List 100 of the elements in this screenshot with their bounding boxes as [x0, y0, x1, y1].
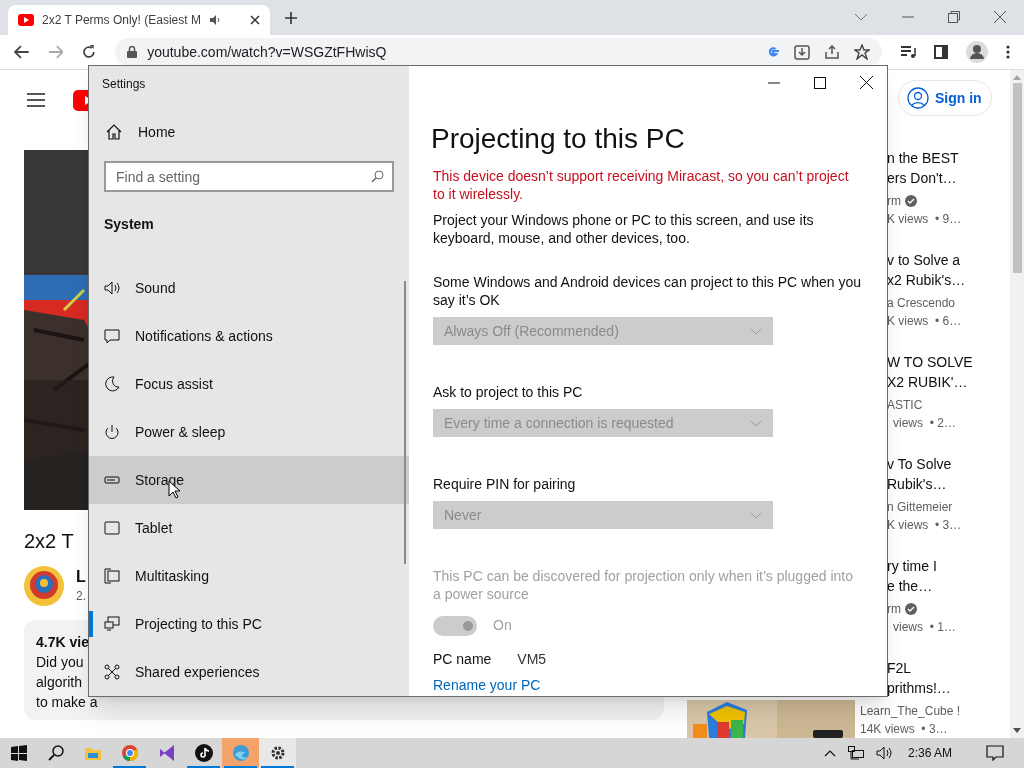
menu-icon[interactable]: [1006, 45, 1010, 59]
message-icon: [104, 328, 120, 344]
video-title[interactable]: n the BEST ers Don't…: [887, 148, 1010, 188]
account-icon: [907, 87, 929, 109]
scrollbar[interactable]: [1010, 70, 1024, 738]
verified-icon: [905, 603, 917, 615]
monitors-icon: [104, 616, 120, 632]
scrollbar-thumb[interactable]: [404, 281, 406, 564]
home-link[interactable]: Home: [89, 103, 409, 162]
description-text: to make a: [36, 693, 98, 712]
caret-icon[interactable]: [823, 749, 836, 757]
view-count: 4.7K vie: [36, 633, 89, 652]
back-icon[interactable]: [14, 45, 30, 59]
new-tab-icon[interactable]: [284, 11, 298, 25]
video-title[interactable]: W TO SOLVE X2 RUBIK'…: [887, 352, 1010, 392]
field-label: Ask to project to this PC: [432, 383, 584, 401]
speaker-icon[interactable]: [208, 14, 221, 26]
network-icon[interactable]: [847, 746, 864, 760]
field-value: VM5: [517, 650, 547, 668]
channel-name[interactable]: a Crescendo: [887, 294, 956, 312]
nav-item[interactable]: Power & sleep: [89, 408, 409, 456]
volume-icon[interactable]: [875, 746, 892, 760]
url-text: youtube.com/watch?v=WSGZtFHwisQ: [147, 42, 387, 62]
lock-icon: [127, 46, 138, 58]
verified-icon: [905, 195, 917, 207]
chrome-icon: [120, 744, 139, 762]
chevron-icon: [750, 511, 762, 519]
moon-icon: [104, 376, 120, 392]
page-heading: Projecting to this PC: [431, 122, 686, 156]
tab-title: 2x2 T Perms Only! (Easiest M: [42, 12, 201, 29]
nav-item[interactable]: Sound: [89, 264, 409, 312]
notification-icon[interactable]: [986, 745, 1004, 761]
video-title[interactable]: ry time I e the…: [887, 556, 1010, 596]
note-icon: [194, 744, 213, 762]
section-heading: System: [103, 215, 155, 235]
share-icon[interactable]: [824, 44, 840, 60]
windows-tile-icon: [104, 568, 120, 584]
description-text: Did you: [36, 653, 84, 672]
tablet-icon: [104, 520, 120, 536]
channel-name[interactable]: ASTIC: [887, 396, 923, 414]
logo-icon[interactable]: [73, 89, 89, 111]
google-icon[interactable]: [766, 45, 780, 59]
search-icon[interactable]: [371, 170, 384, 184]
scroll-down-icon[interactable]: [1013, 728, 1021, 733]
network-nodes-icon: [104, 664, 120, 680]
chevron-icon: [750, 327, 762, 335]
speaker-icon: [104, 280, 120, 296]
warning-text: This device doesn’t support receiving Miracast, so you can’t project to it wirelessly.: [432, 167, 850, 203]
home-icon: [106, 124, 122, 141]
description-text: algorith: [36, 673, 82, 692]
nav-item[interactable]: Tablet: [89, 504, 409, 552]
close-icon[interactable]: [860, 76, 873, 89]
address-bar[interactable]: youtube.com/watch?v=WSGZtFHwisQ: [115, 38, 882, 66]
restore-icon[interactable]: [948, 11, 960, 23]
channel-name[interactable]: n Gittemeier: [887, 498, 953, 516]
star-icon[interactable]: [854, 44, 870, 60]
browser-tab[interactable]: 2x2 T Perms Only! (Easiest M: [8, 5, 270, 35]
video-meta: K views • 3…: [887, 517, 962, 534]
info-text: This PC can be discovered for projection only when it’s plugged into a power source: [432, 567, 854, 603]
media-icon[interactable]: [900, 45, 916, 59]
chevron-icon: [750, 419, 762, 427]
channel-name[interactable]: Learn_The_Cube !: [860, 702, 961, 720]
menu-icon[interactable]: [27, 93, 45, 107]
scrollbar-thumb[interactable]: [1012, 83, 1022, 273]
video-meta: K views • 9…: [887, 211, 962, 228]
nav-item[interactable]: Projecting to this PC: [89, 600, 409, 648]
install-icon[interactable]: [794, 44, 810, 60]
search-icon: [47, 745, 64, 761]
nav-item[interactable]: Shared experiences: [89, 648, 409, 696]
subscriber-count: 2.: [76, 588, 86, 605]
channel-name[interactable]: rm: [887, 192, 901, 210]
search-field[interactable]: Find a setting: [104, 161, 394, 193]
windows-logo-icon: [10, 745, 27, 761]
field-label: Some Windows and Android devices can project to this PC when you say it’s OK: [432, 273, 862, 309]
video-meta: views • 1…: [893, 619, 956, 636]
profile-icon[interactable]: [966, 41, 988, 63]
maximize-icon[interactable]: [814, 76, 826, 89]
reload-icon[interactable]: [81, 44, 98, 60]
nav-item[interactable]: Focus assist: [89, 360, 409, 408]
video-meta: views • 2…: [893, 415, 956, 432]
nav-item[interactable]: Multitasking: [89, 552, 409, 600]
rename-link[interactable]: Rename your PC: [431, 675, 541, 696]
power-icon: [104, 424, 120, 440]
close-icon[interactable]: [250, 15, 260, 25]
field-label: PC name: [433, 650, 492, 668]
window-title: Settings: [101, 76, 147, 93]
minimize-icon[interactable]: [768, 81, 780, 84]
description-text: Project your Windows phone or PC to this screen, and use its keyboard, mouse, and other devices, too.: [432, 211, 815, 247]
channel-name[interactable]: L: [76, 567, 86, 587]
channel-avatar[interactable]: [24, 566, 64, 606]
nav-item[interactable]: Notifications & actions: [89, 312, 409, 360]
taskbar-button[interactable]: [259, 738, 296, 768]
globe-icon: [231, 744, 250, 762]
clock-text[interactable]: 2:36 AM: [907, 744, 952, 762]
video-meta: 14K views • 3…: [860, 721, 948, 738]
field-label: Require PIN for pairing: [432, 475, 577, 493]
video-title[interactable]: F2L prithms!…: [887, 658, 1010, 698]
video-meta: K views • 6…: [887, 313, 962, 330]
channel-name[interactable]: rm: [887, 600, 901, 618]
side-panel-icon[interactable]: [934, 45, 948, 59]
